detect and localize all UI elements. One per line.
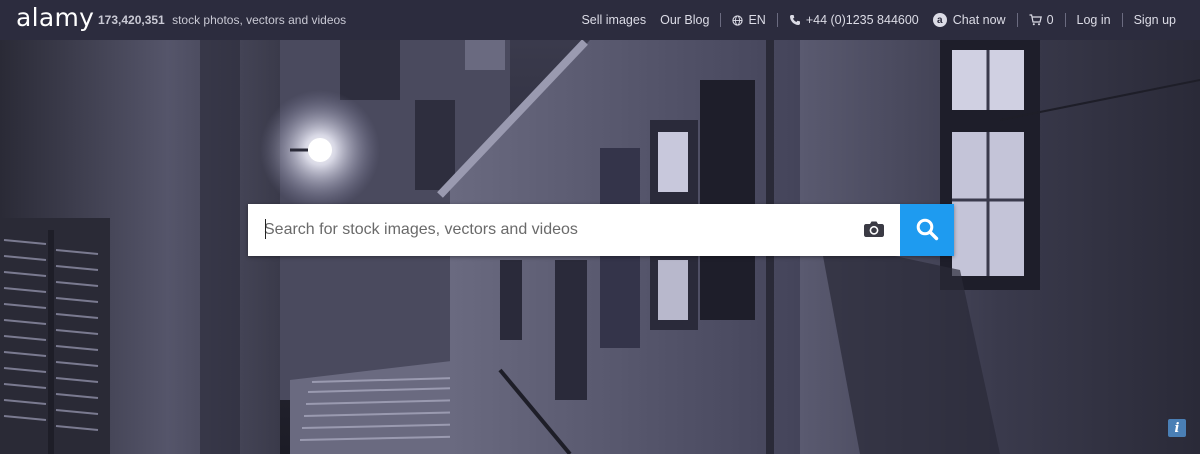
nav-divider [1121, 13, 1123, 27]
search-bar [248, 204, 954, 256]
nav-divider [776, 13, 778, 27]
cart-icon [1029, 14, 1042, 26]
text-cursor [265, 219, 266, 239]
chat-label: Chat now [952, 13, 1006, 27]
chat-icon: a [932, 13, 947, 27]
top-navigation-bar: alamy 173,420,351 stock photos, vectors … [0, 0, 1200, 40]
search-icon [915, 217, 939, 244]
phone-icon [789, 14, 801, 26]
nav-divider [1016, 13, 1018, 27]
our-blog-link[interactable]: Our Blog [660, 13, 709, 27]
site-tagline: 173,420,351 stock photos, vectors and vi… [98, 13, 346, 27]
phone-contact[interactable]: +44 (0)1235 844600 [789, 13, 919, 27]
globe-icon [732, 14, 744, 26]
sign-up-link[interactable]: Sign up [1134, 13, 1176, 27]
cart-count: 0 [1046, 13, 1054, 27]
image-count: 173,420,351 [98, 13, 165, 27]
info-icon: i [1174, 420, 1180, 436]
header-nav: Sell images Our Blog EN +44 (0)1235 8446… [581, 0, 1176, 40]
search-input[interactable] [248, 204, 848, 256]
sell-images-link[interactable]: Sell images [581, 13, 646, 27]
nav-divider [720, 13, 722, 27]
alamy-logo[interactable]: alamy [16, 3, 94, 33]
tagline-text: stock photos, vectors and videos [172, 13, 347, 27]
search-button[interactable] [900, 204, 954, 256]
image-info-button[interactable]: i [1168, 419, 1186, 437]
log-in-link[interactable]: Log in [1077, 13, 1111, 27]
language-selector[interactable]: EN [732, 13, 766, 27]
cart-button[interactable]: 0 [1029, 13, 1054, 27]
chat-now-button[interactable]: a Chat now [932, 13, 1006, 27]
nav-divider [1064, 13, 1066, 27]
camera-icon [863, 220, 885, 241]
phone-number: +44 (0)1235 844600 [805, 13, 919, 27]
language-label: EN [748, 13, 766, 27]
reverse-image-search-button[interactable] [848, 204, 900, 256]
